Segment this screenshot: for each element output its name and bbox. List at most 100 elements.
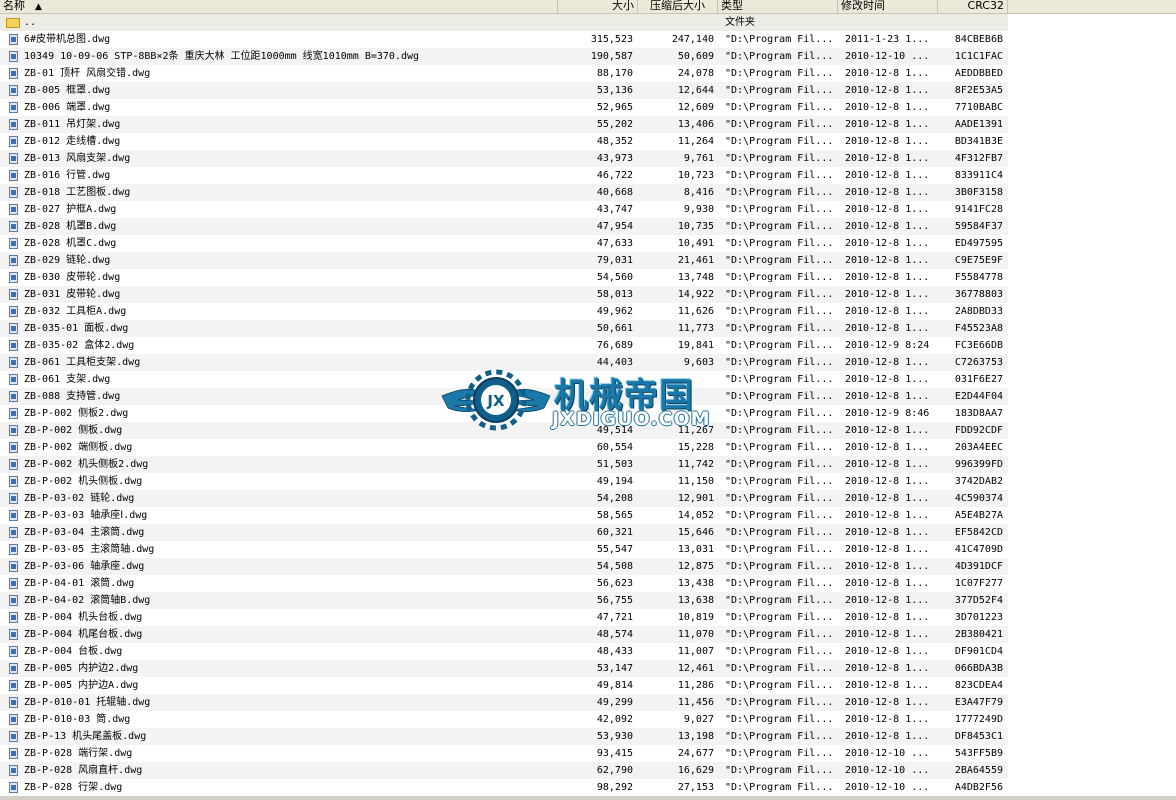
file-row[interactable]: ZB-029 链轮.dwg 79,031 21,461 "D:\Program Fil… — [0, 252, 1008, 269]
file-name: ZB-01 顶杆 风扇交错.dwg — [24, 68, 151, 79]
file-type: "D:\Program Fil... — [725, 595, 834, 606]
file-type: "D:\Program Fil... — [725, 187, 834, 198]
file-type: "D:\Program Fil... — [725, 374, 834, 385]
file-modified: 2010-12-8 1... — [845, 323, 930, 334]
file-size: 56,755 — [596, 595, 633, 606]
column-header-size[interactable]: 大小 — [558, 0, 638, 13]
column-header-modified[interactable]: 修改时间 — [838, 0, 938, 13]
file-row[interactable]: ZB-P-03-04 主滚筒.dwg 60,321 15,646 "D:\Progra… — [0, 524, 1008, 541]
file-size: 40,668 — [596, 187, 633, 198]
file-type: "D:\Program Fil... — [725, 289, 834, 300]
file-row[interactable]: ZB-016 行管.dwg 46,722 10,723 "D:\Program Fil… — [0, 167, 1008, 184]
file-row[interactable]: ZB-P-004 台板.dwg 48,433 11,007 "D:\Program F… — [0, 643, 1008, 660]
column-header-type[interactable]: 类型 — [718, 0, 838, 13]
file-name: ZB-012 走线槽.dwg — [24, 136, 121, 147]
file-name: ZB-032 工具柜A.dwg — [24, 306, 127, 317]
file-row[interactable]: ZB-P-010-01 托辊轴.dwg 49,299 11,456 "D:\Progr… — [0, 694, 1008, 711]
file-row[interactable]: ZB-P-03-05 主滚筒轴.dwg 55,547 13,031 "D:\Progr… — [0, 541, 1008, 558]
file-size: 43,747 — [596, 204, 633, 215]
file-modified: 2010-12-9 8:24 — [845, 340, 930, 351]
file-modified: 2010-12-8 1... — [845, 272, 930, 283]
file-type: "D:\Program Fil... — [725, 255, 834, 266]
file-row[interactable]: ZB-031 皮带轮.dwg 58,013 14,922 "D:\Program Fi… — [0, 286, 1008, 303]
file-packed-size: 24,078 — [677, 68, 714, 79]
file-name: ZB-P-03-04 主滚筒.dwg — [24, 527, 145, 538]
file-row[interactable]: ZB-P-010-03 筒.dwg 42,092 9,027 "D:\Program … — [0, 711, 1008, 728]
file-row[interactable]: ZB-P-005 内护边A.dwg 49,814 11,286 "D:\Program… — [0, 677, 1008, 694]
file-modified: 2010-12-10 ... — [845, 765, 930, 776]
file-packed-size: 14,922 — [677, 289, 714, 300]
file-row[interactable]: ZB-013 风扇支架.dwg 43,973 9,761 "D:\Program Fi… — [0, 150, 1008, 167]
file-type: "D:\Program Fil... — [725, 561, 834, 572]
file-row[interactable]: ZB-P-002 端侧板.dwg 60,554 15,228 "D:\Program … — [0, 439, 1008, 456]
file-row[interactable]: ZB-028 机罩B.dwg 47,954 10,735 "D:\Program Fi… — [0, 218, 1008, 235]
column-header-crc[interactable]: CRC32 — [938, 0, 1008, 13]
file-type: "D:\Program Fil... — [725, 306, 834, 317]
file-name: ZB-P-028 行架.dwg — [24, 782, 123, 793]
column-header-packed[interactable]: 压缩后大小 — [638, 0, 718, 13]
file-row[interactable]: ZB-P-028 端行架.dwg 93,415 24,677 "D:\Program … — [0, 745, 1008, 762]
file-row[interactable]: 10349 10-09-06 STP-8BB×2条 重庆大林 工位距1000mm… — [0, 48, 1008, 65]
column-header-name[interactable]: 名称 ▲ — [0, 0, 558, 13]
file-name: ZB-035-01 面板.dwg — [24, 323, 129, 334]
file-icon — [9, 439, 23, 456]
file-packed-size: 13,748 — [677, 272, 714, 283]
file-size: 58,013 — [596, 289, 633, 300]
file-row[interactable]: ZB-018 工艺图板.dwg 40,668 8,416 "D:\Program Fi… — [0, 184, 1008, 201]
file-row[interactable]: ZB-P-002 机头侧板.dwg 49,194 11,150 "D:\Program… — [0, 473, 1008, 490]
file-size: 46,722 — [596, 170, 633, 181]
folder-icon — [6, 14, 20, 31]
file-row[interactable]: 6#皮带机总图.dwg 315,523 247,140 "D:\Program Fil… — [0, 31, 1008, 48]
file-row[interactable]: ZB-P-028 行架.dwg 98,292 27,153 "D:\Program F… — [0, 779, 1008, 796]
file-modified: 2010-12-8 1... — [845, 425, 930, 436]
file-row[interactable]: ZB-035-01 面板.dwg 50,661 11,773 "D:\Program … — [0, 320, 1008, 337]
file-icon — [9, 524, 23, 541]
file-size: 53,136 — [596, 85, 633, 96]
file-packed-size: 21,461 — [677, 255, 714, 266]
file-row[interactable]: ZB-P-005 内护边2.dwg 53,147 12,461 "D:\Program… — [0, 660, 1008, 677]
file-row[interactable]: ZB-006 端罩.dwg 52,965 12,609 "D:\Program Fil… — [0, 99, 1008, 116]
file-row[interactable]: ZB-01 顶杆 风扇交错.dwg 88,170 24,078 "D:\Program… — [0, 65, 1008, 82]
file-row[interactable]: ZB-P-03-03 轴承座Ⅰ.dwg 58,565 14,052 "D:\Progr… — [0, 507, 1008, 524]
file-crc: A5E4B27A — [954, 510, 1003, 521]
file-row[interactable]: ZB-P-028 风扇直杆.dwg 62,790 16,629 "D:\Program… — [0, 762, 1008, 779]
file-name: ZB-005 框罩.dwg — [24, 85, 111, 96]
file-row[interactable]: ZB-P-04-01 滚筒.dwg 56,623 13,438 "D:\Program… — [0, 575, 1008, 592]
file-packed-size: 19,841 — [677, 340, 714, 351]
file-row[interactable]: ZB-P-002 机头侧板2.dwg 51,503 11,742 "D:\Progra… — [0, 456, 1008, 473]
file-row[interactable]: ZB-P-004 机尾台板.dwg 48,574 11,070 "D:\Program… — [0, 626, 1008, 643]
file-type: "D:\Program Fil... — [725, 102, 834, 113]
file-row[interactable]: ZB-P-13 机头尾盖板.dwg 53,930 13,198 "D:\Program… — [0, 728, 1008, 745]
file-crc: 7710BABC — [954, 102, 1003, 113]
file-packed-size: 11,626 — [677, 306, 714, 317]
file-icon — [9, 762, 23, 779]
file-row[interactable]: ZB-P-03-02 链轮.dwg 54,208 12,901 "D:\Program… — [0, 490, 1008, 507]
file-row[interactable]: ZB-P-03-06 轴承座.dwg 54,508 12,875 "D:\Progra… — [0, 558, 1008, 575]
file-modified: 2010-12-8 1... — [845, 646, 930, 657]
file-name: ZB-013 风扇支架.dwg — [24, 153, 131, 164]
file-modified: 2010-12-8 1... — [845, 136, 930, 147]
file-crc: 203A4EEC — [954, 442, 1003, 453]
file-modified: 2010-12-10 ... — [845, 748, 930, 759]
file-row[interactable]: ZB-035-02 盒体2.dwg 76,689 19,841 "D:\Program… — [0, 337, 1008, 354]
file-modified: 2010-12-10 ... — [845, 782, 930, 793]
parent-folder-row[interactable]: .. 文件夹 — [0, 14, 1008, 31]
file-type: "D:\Program Fil... — [725, 646, 834, 657]
file-row[interactable]: ZB-030 皮带轮.dwg 54,560 13,748 "D:\Program Fi… — [0, 269, 1008, 286]
file-icon — [9, 677, 23, 694]
file-row[interactable]: ZB-032 工具柜A.dwg 49,962 11,626 "D:\Program F… — [0, 303, 1008, 320]
file-modified: 2010-12-8 1... — [845, 238, 930, 249]
file-row[interactable]: ZB-P-04-02 滚筒轴B.dwg 56,755 13,638 "D:\Progr… — [0, 592, 1008, 609]
file-name: ZB-006 端罩.dwg — [24, 102, 111, 113]
file-row[interactable]: ZB-012 走线槽.dwg 48,352 11,264 "D:\Program Fi… — [0, 133, 1008, 150]
column-header-crc-label: CRC32 — [967, 0, 1004, 12]
file-row[interactable]: ZB-005 框罩.dwg 53,136 12,644 "D:\Program Fil… — [0, 82, 1008, 99]
file-row[interactable]: ZB-028 机罩C.dwg 47,633 10,491 "D:\Program Fi… — [0, 235, 1008, 252]
file-name: ZB-P-004 台板.dwg — [24, 646, 123, 657]
file-row[interactable]: ZB-P-004 机头台板.dwg 47,721 10,819 "D:\Program… — [0, 609, 1008, 626]
file-row[interactable]: ZB-011 吊灯架.dwg 55,202 13,406 "D:\Program Fi… — [0, 116, 1008, 133]
file-row[interactable]: ZB-027 护框A.dwg 43,747 9,930 "D:\Program Fil… — [0, 201, 1008, 218]
file-modified: 2010-12-8 1... — [845, 731, 930, 742]
file-crc: 4F312FB7 — [954, 153, 1003, 164]
file-type: "D:\Program Fil... — [725, 357, 834, 368]
